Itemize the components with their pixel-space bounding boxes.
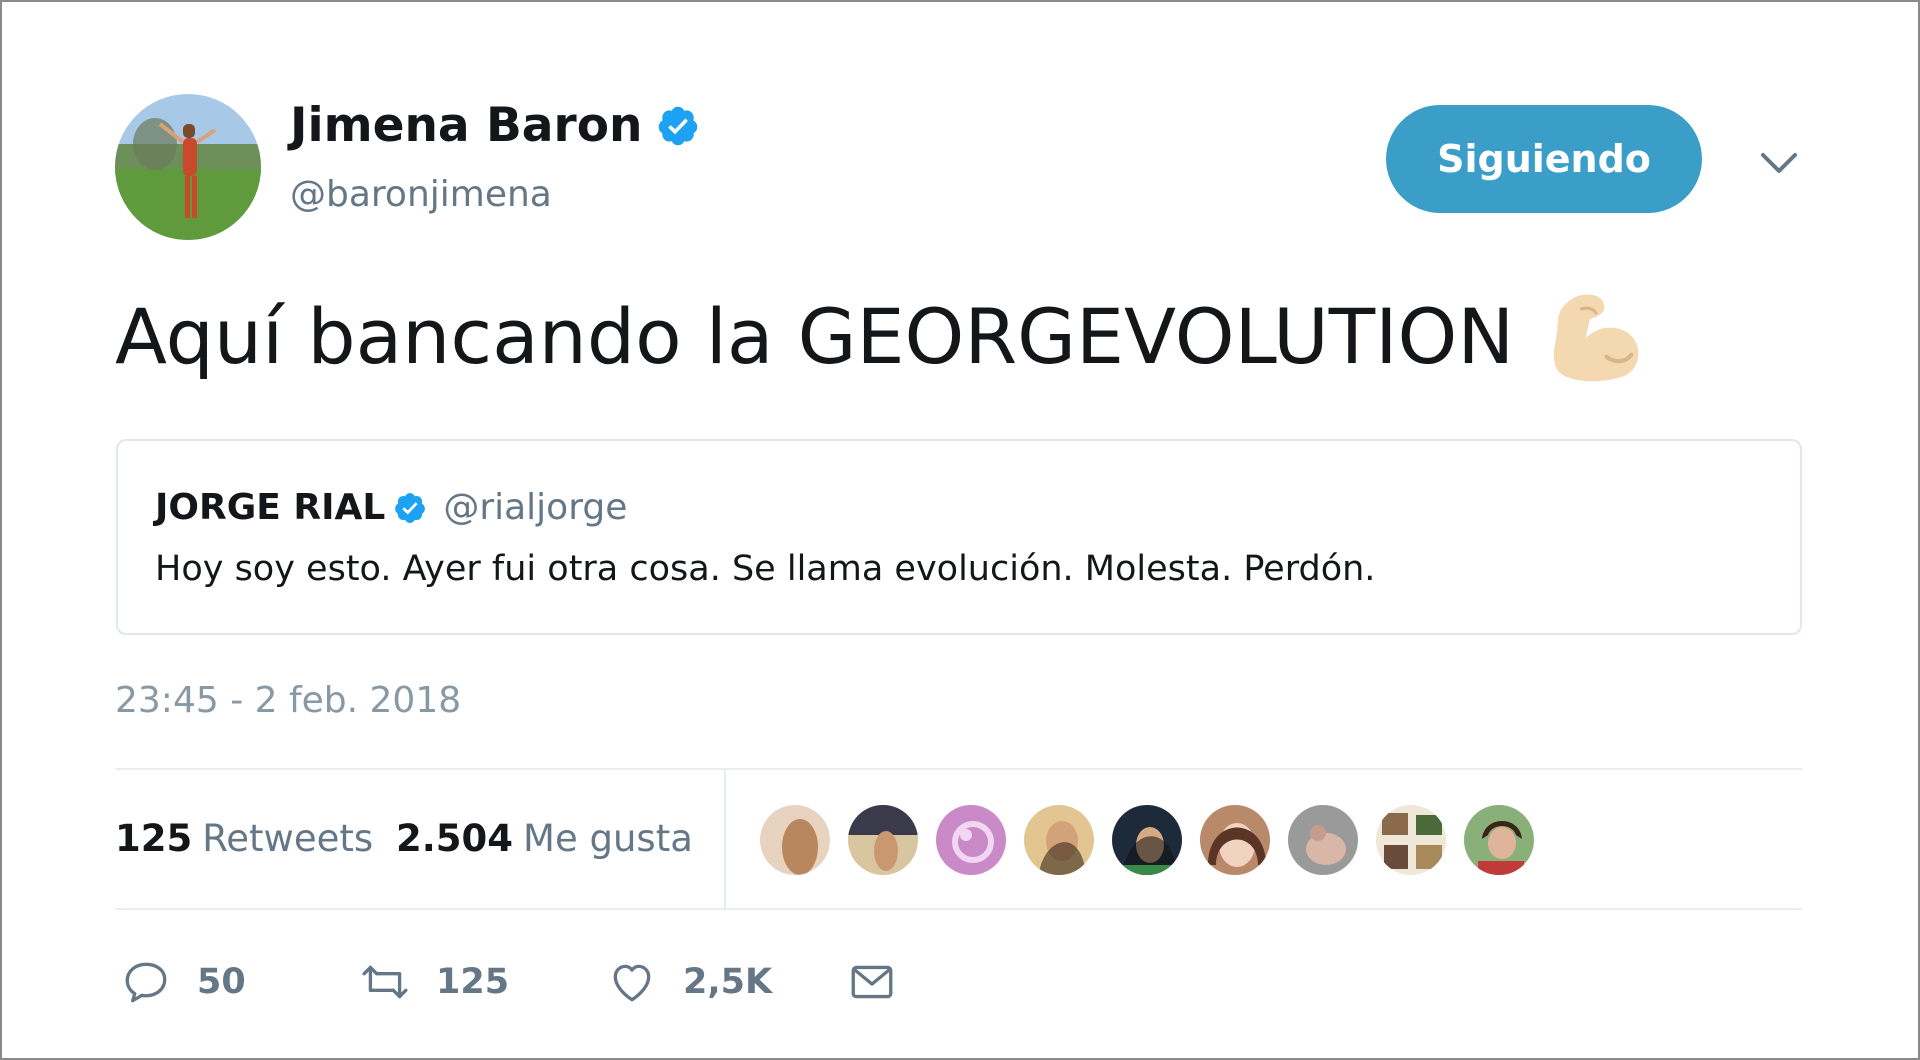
following-button[interactable]: Siguiendo	[1386, 105, 1702, 213]
author-name-row[interactable]: Jimena Baron	[290, 98, 700, 153]
retweets-stat[interactable]: 125 Retweets	[115, 817, 373, 860]
retweets-stat-count: 125	[115, 817, 193, 860]
liker-avatars	[758, 803, 1536, 877]
envelope-icon[interactable]	[847, 957, 897, 1007]
verified-badge-icon	[395, 492, 426, 523]
liker-avatar[interactable]	[1462, 803, 1536, 877]
stats-top-divider	[116, 768, 1802, 770]
quoted-tweet-text: Hoy soy esto. Ayer fui otra cosa. Se lla…	[155, 549, 1376, 589]
liker-avatar[interactable]	[758, 803, 832, 877]
quoted-tweet-header: JORGE RIAL @rialjorge	[155, 487, 627, 528]
liker-avatar[interactable]	[1198, 803, 1272, 877]
stats-vertical-divider	[724, 770, 726, 910]
liker-avatar[interactable]	[1374, 803, 1448, 877]
reply-action[interactable]: 50	[121, 957, 246, 1007]
tweet-timestamp[interactable]: 23:45 - 2 feb. 2018	[115, 680, 461, 721]
quoted-tweet-card[interactable]: JORGE RIAL @rialjorge Hoy soy esto. Ayer…	[116, 439, 1802, 635]
reply-icon[interactable]	[121, 957, 171, 1007]
liker-avatar[interactable]	[1110, 803, 1184, 877]
author-name[interactable]: Jimena Baron	[290, 98, 642, 153]
retweet-action[interactable]: 125	[360, 957, 509, 1007]
retweet-count: 125	[436, 962, 510, 1002]
reply-count: 50	[197, 962, 246, 1002]
author-handle[interactable]: @baronjimena	[290, 174, 552, 215]
like-count: 2,5K	[683, 962, 773, 1002]
liker-avatar[interactable]	[1022, 803, 1096, 877]
liker-avatar[interactable]	[846, 803, 920, 877]
likes-stat[interactable]: 2.504 Me gusta	[396, 817, 693, 860]
verified-badge-icon	[659, 106, 698, 145]
tweet-frame: Jimena Baron @baronjimena Siguiendo Aquí…	[0, 0, 1920, 1060]
like-action[interactable]: 2,5K	[607, 957, 772, 1007]
chevron-down-icon[interactable]	[1757, 145, 1801, 181]
direct-message-action[interactable]	[847, 957, 897, 1007]
tweet-text-row: Aquí bancando la GEORGEVOLUTION	[115, 284, 1648, 388]
retweet-icon[interactable]	[360, 957, 410, 1007]
likes-stat-label: Me gusta	[523, 817, 693, 860]
quoted-author-handle: @rialjorge	[443, 487, 628, 528]
likes-stat-count: 2.504	[396, 817, 514, 860]
tweet-text: Aquí bancando la GEORGEVOLUTION	[115, 291, 1515, 381]
heart-icon[interactable]	[607, 957, 657, 1007]
author-avatar[interactable]	[115, 94, 261, 240]
flexed-biceps-emoji-icon	[1554, 294, 1639, 382]
stats-bottom-divider	[116, 908, 1802, 910]
retweets-stat-label: Retweets	[202, 817, 374, 860]
quoted-author-name: JORGE RIAL	[155, 487, 386, 528]
liker-avatar[interactable]	[934, 803, 1008, 877]
liker-avatar[interactable]	[1286, 803, 1360, 877]
